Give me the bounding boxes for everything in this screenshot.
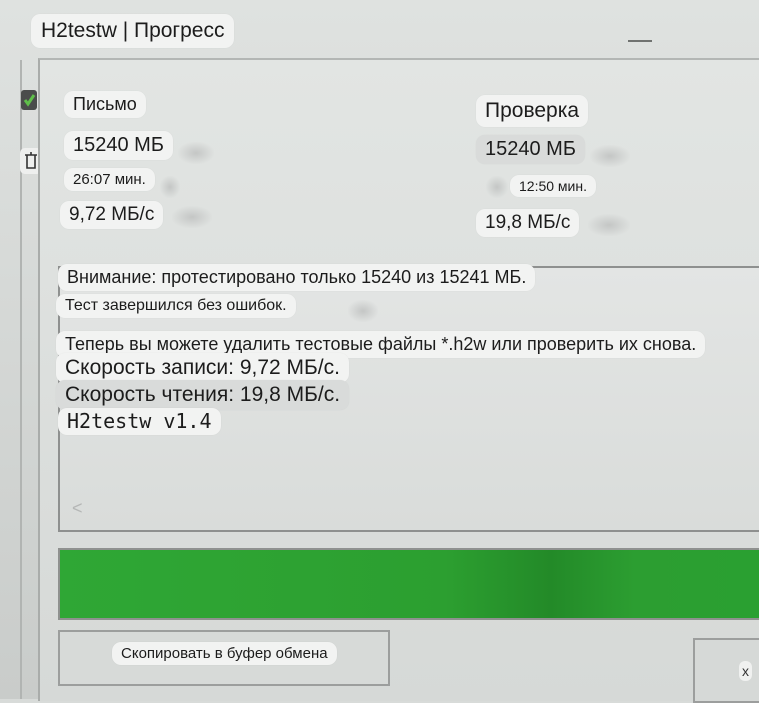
minimize-icon[interactable] <box>628 40 652 42</box>
copy-button-label: Скопировать в буфер обмена <box>112 642 337 666</box>
log-line-version: H2testw v1.4 <box>58 408 221 435</box>
close-button[interactable]: х <box>693 638 759 703</box>
progress-bar <box>58 548 759 620</box>
write-speed: 9,72 МБ/с <box>60 201 164 229</box>
log-line-warning: Внимание: протестировано только 15240 из… <box>58 264 536 291</box>
write-label: Письмо <box>64 91 146 118</box>
app-icon <box>21 90 37 110</box>
window-title: H2testw | Прогресс <box>31 14 235 49</box>
verify-time: 12:50 мин. <box>510 175 596 198</box>
log-line-result: Тест завершился без ошибок. <box>56 294 296 319</box>
copy-to-clipboard-button[interactable]: Скопировать в буфер обмена <box>58 630 390 686</box>
write-size: 15240 МБ <box>64 131 173 160</box>
close-button-label: х <box>739 661 752 681</box>
background-window-edge <box>0 60 22 699</box>
log-line-read-speed: Скорость чтения: 19,8 МБ/с. <box>56 380 350 411</box>
log-line-write-speed: Скорость записи: 9,72 МБ/с. <box>56 353 349 384</box>
write-time: 26:07 мин. <box>64 168 155 192</box>
verify-size: 15240 МБ <box>476 135 585 164</box>
verify-label: Проверка <box>476 95 589 128</box>
verify-speed: 19,8 МБ/с <box>476 209 580 237</box>
progress-bar-fill <box>60 550 759 618</box>
scroll-left-icon[interactable]: < <box>72 498 83 519</box>
